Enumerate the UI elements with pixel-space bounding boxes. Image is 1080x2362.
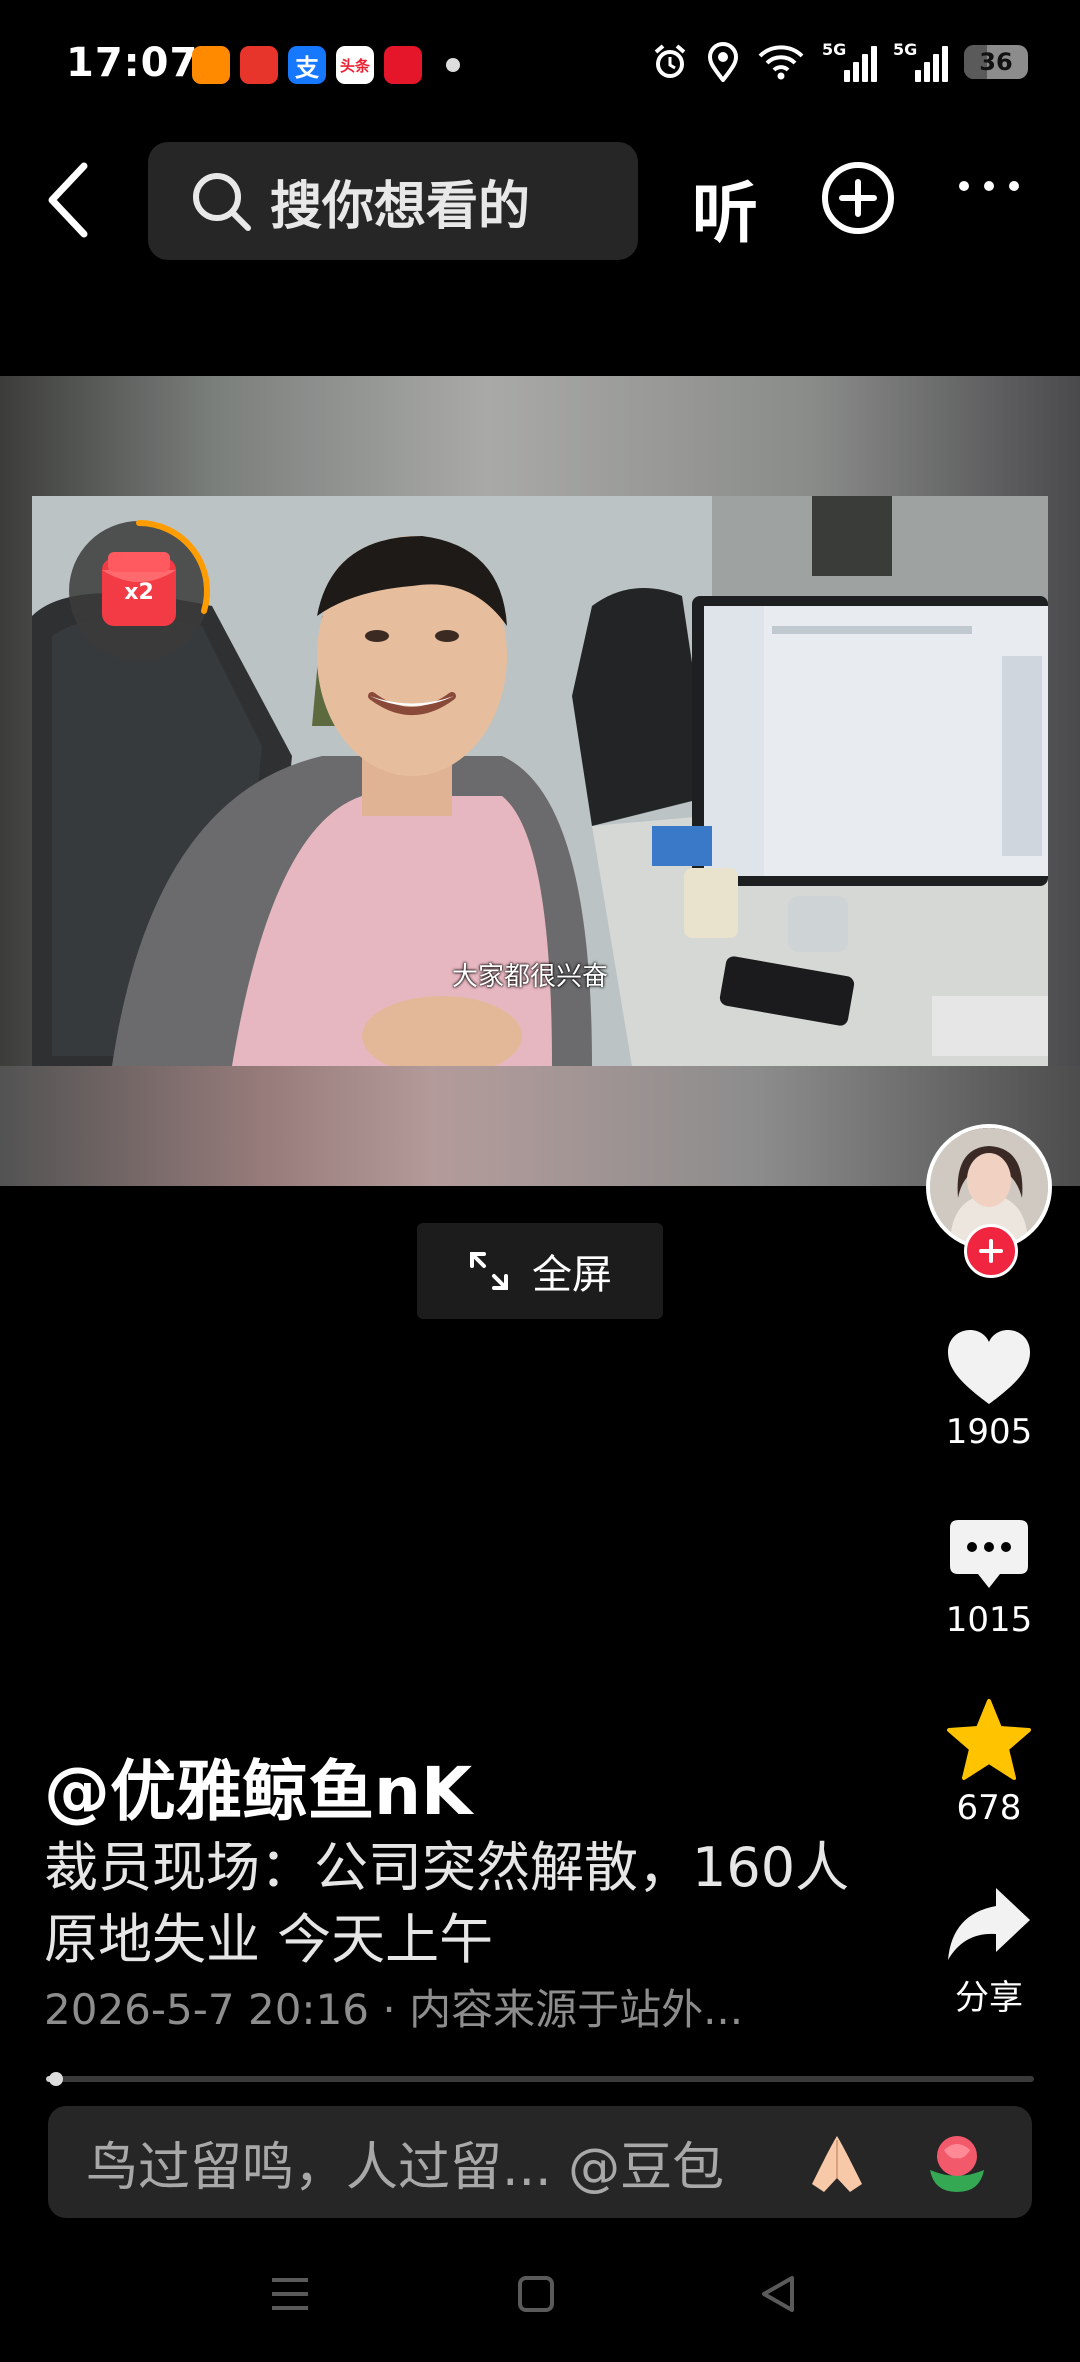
- follow-button[interactable]: [964, 1224, 1018, 1278]
- video-progress-bar[interactable]: [46, 2072, 1034, 2086]
- redpacket-multiplier: x2: [124, 580, 154, 605]
- plus-circle-icon: [822, 162, 894, 234]
- status-indicators: 5G 5G 36: [650, 40, 1028, 82]
- video-player[interactable]: 大家都很兴奋 x2: [0, 376, 1080, 1186]
- system-nav-bar: [0, 2250, 1080, 2362]
- menu-lines-icon: [272, 2278, 308, 2310]
- more-dots-icon: [959, 181, 1019, 191]
- like-count: 1905: [945, 1412, 1033, 1452]
- star-icon: [947, 1699, 1031, 1780]
- system-back-button[interactable]: [758, 2274, 798, 2318]
- author-name[interactable]: @优雅鲸鱼nK: [44, 1738, 472, 1834]
- location-icon: [707, 42, 739, 82]
- video-blur-backdrop: [0, 1066, 1080, 1186]
- search-box[interactable]: 搜你想看的: [148, 142, 638, 260]
- plus-icon: [979, 1239, 1003, 1263]
- post-meta: 2026-5-7 20:16 · 内容来源于站外...: [44, 1985, 744, 2034]
- author-avatar-group: [926, 1124, 1052, 1278]
- video-subtitle: 大家都很兴奋: [452, 962, 609, 992]
- share-label: 分享: [955, 1978, 1023, 2018]
- post-description[interactable]: 裁员现场：公司突然解散，160人原地失业 今天上午: [44, 1832, 884, 1976]
- search-placeholder: 搜你想看的: [270, 176, 531, 237]
- signal-5g-2-icon: 5G: [893, 40, 948, 82]
- network-type-label: 5G: [822, 40, 847, 59]
- network-type-label: 5G: [893, 40, 918, 59]
- back-button[interactable]: [44, 160, 104, 240]
- comment-placeholder: 鸟过留鸣，人过留... @豆包: [86, 2137, 725, 2198]
- progress-thumb[interactable]: [48, 2072, 63, 2086]
- favorite-button[interactable]: 678: [930, 1698, 1048, 1828]
- redpacket-timer-button[interactable]: x2: [64, 516, 214, 666]
- wifi-icon: [758, 45, 804, 80]
- battery-icon: 36: [964, 45, 1028, 79]
- status-bar: 17:07 支 头条 5G 5G 36: [0, 0, 1080, 130]
- square-home-icon: [518, 2276, 554, 2312]
- top-nav: 搜你想看的 听: [0, 130, 1080, 270]
- comment-input[interactable]: 鸟过留鸣，人过留... @豆包: [48, 2106, 1032, 2218]
- comment-count: 1015: [945, 1600, 1033, 1640]
- fullscreen-button[interactable]: 全屏: [417, 1223, 663, 1319]
- more-button[interactable]: [956, 176, 1022, 200]
- signal-5g-1-icon: 5G: [822, 40, 877, 82]
- comment-button[interactable]: 1015: [930, 1518, 1048, 1640]
- notification-icons: 支 头条: [192, 46, 460, 84]
- heart-icon: [948, 1330, 1030, 1404]
- home-button[interactable]: [516, 2274, 556, 2318]
- pray-emoji-button[interactable]: [804, 2130, 870, 2196]
- rose-icon: [930, 2136, 984, 2192]
- like-button[interactable]: 1905: [930, 1328, 1048, 1452]
- triangle-back-icon: [762, 2276, 794, 2312]
- rose-emoji-button[interactable]: [924, 2130, 990, 2196]
- battery-level: 36: [979, 48, 1013, 76]
- fullscreen-label: 全屏: [532, 1252, 612, 1298]
- expand-icon: [470, 1252, 508, 1290]
- more-notifications-dot: [446, 58, 460, 72]
- shopping-app-icon: [192, 46, 230, 84]
- share-arrow-icon: [948, 1888, 1030, 1960]
- comment-icon: [950, 1520, 1028, 1588]
- alarm-icon: [654, 44, 686, 78]
- search-icon: [193, 173, 251, 231]
- status-time: 17:07: [66, 40, 199, 86]
- alipay-app-icon: 支: [288, 46, 326, 84]
- pinduoduo-app-icon: [240, 46, 278, 84]
- screen: 17:07 支 头条 5G 5G 36 搜你想看的 听 大家都很兴奋 x2 全屏…: [0, 0, 1080, 2362]
- share-button[interactable]: 分享: [930, 1886, 1048, 2019]
- listen-button[interactable]: 听: [692, 160, 758, 256]
- favorite-count: 678: [956, 1788, 1022, 1828]
- toutiao-app-icon: 头条: [336, 46, 374, 84]
- heart-app-icon: [384, 46, 422, 84]
- chevron-left-icon: [48, 162, 88, 238]
- recent-apps-button[interactable]: [270, 2274, 310, 2318]
- add-button[interactable]: [820, 160, 896, 240]
- praying-hands-icon: [812, 2136, 862, 2192]
